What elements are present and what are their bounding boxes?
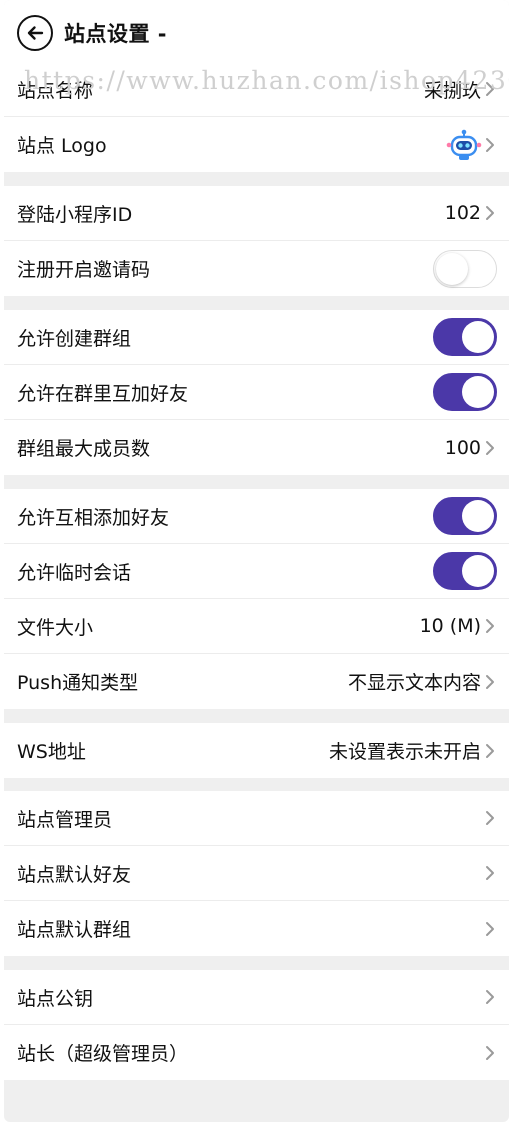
row-value: 100 <box>444 436 481 459</box>
row-label: Push通知类型 <box>17 672 139 694</box>
row-value: 102 <box>444 202 481 224</box>
temp-chat-toggle[interactable] <box>433 552 497 590</box>
row-site-owner[interactable]: 站长（超级管理员） <box>4 1025 509 1080</box>
row-label: 允许创建群组 <box>17 327 132 350</box>
chevron-right-icon <box>485 742 497 760</box>
settings-screen: 站点设置 - 站点名称 采捌玖 站点 Logo 登陆小程序ID 102 注册开启… <box>4 0 509 1122</box>
row-label: 站点默认群组 <box>17 919 132 941</box>
section-owner: 站点公钥 站长（超级管理员） <box>4 970 509 1080</box>
toggle-knob <box>462 500 494 532</box>
row-label: 允许临时会话 <box>17 561 132 584</box>
group-add-friend-toggle[interactable] <box>433 373 497 411</box>
row-temp-chat: 允许临时会话 <box>4 544 509 599</box>
row-label: 站点默认好友 <box>17 863 132 886</box>
row-label: 群组最大成员数 <box>17 438 151 460</box>
row-miniprogram-id[interactable]: 登陆小程序ID 102 <box>4 186 509 241</box>
section-ws: WS地址 未设置表示未开启 <box>4 723 509 778</box>
chevron-right-icon <box>485 809 497 827</box>
row-site-admins[interactable]: 站点管理员 <box>4 791 509 846</box>
chevron-right-icon <box>485 136 497 154</box>
chevron-right-icon <box>485 1044 497 1062</box>
row-site-logo[interactable]: 站点 Logo <box>4 117 509 172</box>
chevron-right-icon <box>485 864 497 882</box>
add-friend-toggle[interactable] <box>433 497 497 535</box>
header: 站点设置 - <box>4 0 509 66</box>
row-invite-code: 注册开启邀请码 <box>4 241 509 296</box>
row-label: 注册开启邀请码 <box>17 259 151 281</box>
chevron-right-icon <box>485 988 497 1006</box>
chevron-right-icon <box>485 673 497 691</box>
watermark-text: https://www.huzhan.com/ishop42306 <box>24 66 509 95</box>
section-login: 登陆小程序ID 102 注册开启邀请码 <box>4 186 509 296</box>
row-push-type[interactable]: Push通知类型 不显示文本内容 <box>4 654 509 709</box>
create-group-toggle[interactable] <box>433 318 497 356</box>
row-default-friends[interactable]: 站点默认好友 <box>4 846 509 901</box>
row-label: 站点管理员 <box>17 808 113 831</box>
chevron-right-icon <box>485 617 497 635</box>
row-default-groups[interactable]: 站点默认群组 <box>4 901 509 956</box>
row-group-add-friend: 允许在群里互加好友 <box>4 365 509 420</box>
section-friend: 允许互相添加好友 允许临时会话 文件大小 10 (M) Push通知类型 不显示… <box>4 489 509 709</box>
row-label: 登陆小程序ID <box>17 203 133 226</box>
section-group: 允许创建群组 允许在群里互加好友 群组最大成员数 100 <box>4 310 509 475</box>
page-title: 站点设置 - <box>64 22 168 46</box>
chevron-right-icon <box>485 439 497 457</box>
toggle-knob <box>436 252 468 285</box>
row-label: 站点公钥 <box>17 987 94 1010</box>
row-value: 不显示文本内容 <box>347 672 481 694</box>
row-label: 站点 Logo <box>17 135 107 157</box>
row-group-max-members[interactable]: 群组最大成员数 100 <box>4 420 509 475</box>
row-public-key[interactable]: 站点公钥 <box>4 970 509 1025</box>
row-ws-address[interactable]: WS地址 未设置表示未开启 <box>4 723 509 778</box>
arrow-left-icon <box>27 26 44 40</box>
chevron-right-icon <box>485 204 497 222</box>
row-allow-create-group: 允许创建群组 <box>4 310 509 365</box>
toggle-knob <box>462 555 494 587</box>
row-label: 允许在群里互加好友 <box>17 382 189 405</box>
row-allow-add-friend: 允许互相添加好友 <box>4 489 509 544</box>
back-button[interactable] <box>17 15 53 51</box>
chevron-right-icon <box>485 920 497 938</box>
row-label: WS地址 <box>17 741 86 763</box>
toggle-knob <box>462 321 494 353</box>
robot-logo-icon <box>446 129 482 160</box>
invite-code-toggle[interactable] <box>433 249 497 288</box>
toggle-knob <box>462 376 494 408</box>
row-value: 10 (M) <box>419 615 481 637</box>
row-value: 未设置表示未开启 <box>328 741 481 763</box>
row-label: 站长（超级管理员） <box>17 1043 189 1065</box>
section-admin: 站点管理员 站点默认好友 站点默认群组 <box>4 791 509 956</box>
row-label: 允许互相添加好友 <box>17 506 170 529</box>
row-label: 文件大小 <box>17 616 94 639</box>
row-file-size[interactable]: 文件大小 10 (M) <box>4 599 509 654</box>
